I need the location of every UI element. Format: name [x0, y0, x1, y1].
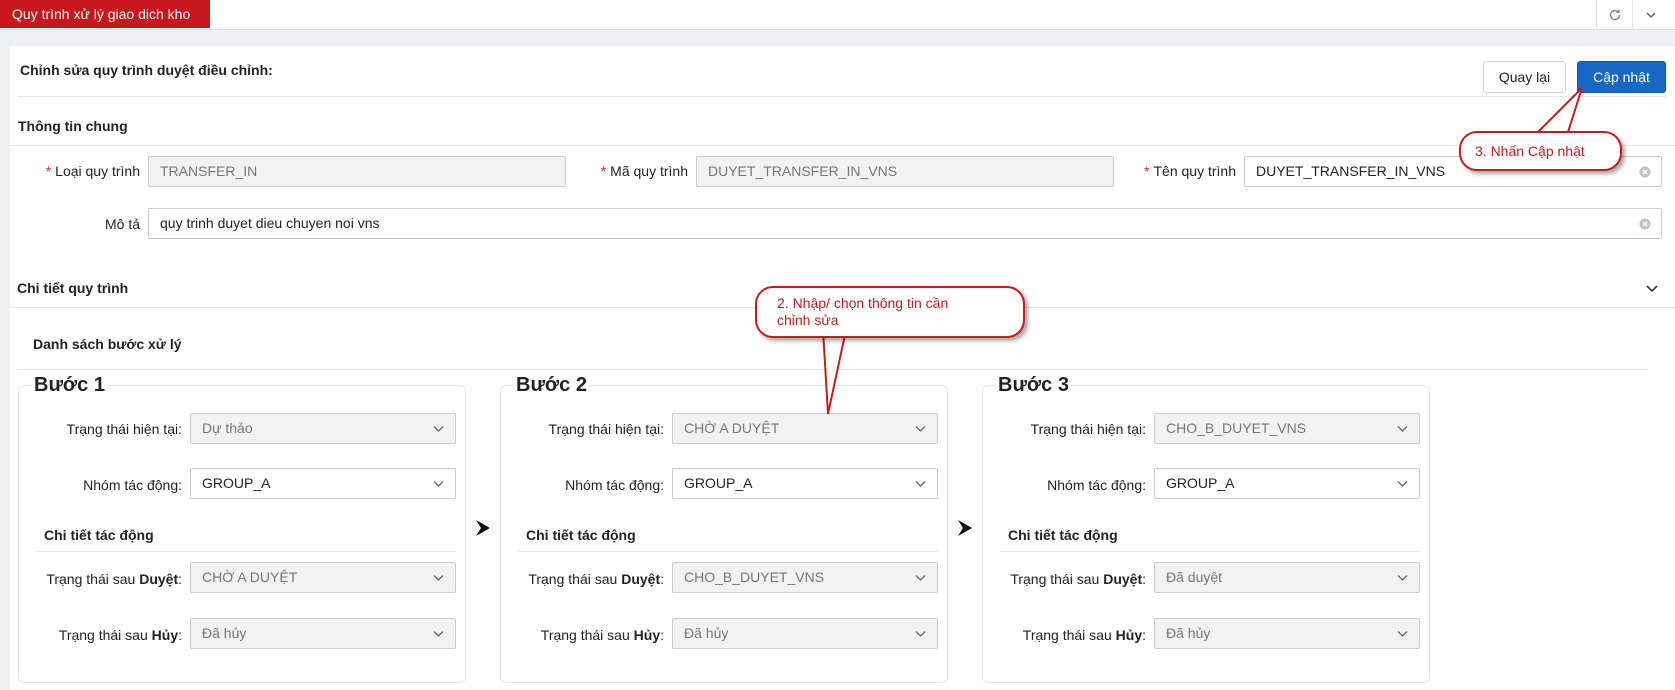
- callout-pointer: [1535, 87, 1583, 133]
- callout-edit-text-line1: 2. Nhập/ chọn thông tin cần: [777, 295, 949, 311]
- group-label: Nhóm tác động:: [1047, 477, 1146, 493]
- callout-update: 3. Nhấn Cập nhật: [1459, 131, 1622, 171]
- group-select[interactable]: GROUP_A: [672, 468, 938, 499]
- chevron-down-icon: [915, 631, 926, 637]
- after-cancel-select: Đã hủy: [672, 618, 938, 649]
- callout-edit-info: 2. Nhập/ chọn thông tin cần chỉnh sửa: [755, 286, 1025, 338]
- step-title: Bước 3: [996, 374, 1071, 397]
- divider: [1000, 551, 1420, 552]
- top-tab-bar: Quy trình xử lý giao dịch kho: [0, 0, 1675, 30]
- clear-icon[interactable]: [1639, 166, 1651, 178]
- chevron-down-icon: [433, 575, 444, 581]
- chevron-down-icon: [1397, 575, 1408, 581]
- arrow-right-icon: [958, 520, 972, 536]
- clear-icon[interactable]: [1639, 218, 1651, 230]
- step-list-title: Danh sách bước xử lý: [33, 336, 182, 352]
- group-select[interactable]: GROUP_A: [1154, 468, 1420, 499]
- current-status-select: CHO_B_DUYET_VNS: [1154, 413, 1420, 444]
- current-status-select: CHỜ A DUYỆT: [672, 413, 938, 444]
- after-cancel-label: Trạng thái sau Hủy:: [540, 627, 664, 643]
- process-type-label: * Loại quy trình: [45, 163, 140, 179]
- chevron-down-icon: [1397, 631, 1408, 637]
- after-approve-label: Trạng thái sau Duyệt:: [46, 571, 182, 587]
- process-code-field: DUYET_TRANSFER_IN_VNS: [696, 156, 1114, 187]
- chevron-down-icon: [915, 481, 926, 487]
- process-code-label: * Mã quy trình: [600, 163, 688, 179]
- refresh-icon[interactable]: [1596, 0, 1632, 30]
- current-status-select: Dự thảo: [190, 413, 456, 444]
- process-type-field: TRANSFER_IN: [148, 156, 566, 187]
- process-name-value: DUYET_TRANSFER_IN_VNS: [1256, 163, 1446, 179]
- update-button[interactable]: Cập nhật: [1577, 61, 1666, 93]
- chevron-down-icon: [433, 481, 444, 487]
- description-label: Mô tả: [104, 216, 140, 232]
- description-field[interactable]: quy trinh duyet dieu chuyen noi vns: [148, 208, 1662, 239]
- arrow-right-icon: [476, 520, 490, 536]
- callout-edit-text-line2: chỉnh sửa: [777, 312, 839, 328]
- description-value: quy trinh duyet dieu chuyen noi vns: [160, 215, 380, 231]
- chevron-down-icon: [1397, 426, 1408, 432]
- page-title: Chỉnh sửa quy trình duyệt điều chỉnh:: [20, 62, 273, 78]
- after-cancel-label: Trạng thái sau Hủy:: [1022, 627, 1146, 643]
- chevron-down-icon: [915, 426, 926, 432]
- after-cancel-select: Đã hủy: [1154, 618, 1420, 649]
- chevron-down-icon: [915, 575, 926, 581]
- chevron-down-icon: [1397, 481, 1408, 487]
- group-label: Nhóm tác động:: [83, 477, 182, 493]
- process-details-title: Chi tiết quy trình: [17, 280, 129, 296]
- process-name-label: * Tên quy trình: [1144, 163, 1236, 179]
- group-select[interactable]: GROUP_A: [190, 468, 456, 499]
- action-details-title: Chi tiết tác động: [1008, 527, 1118, 543]
- after-approve-label: Trạng thái sau Duyệt:: [528, 571, 664, 587]
- current-status-label: Trạng thái hiện tại:: [1030, 421, 1146, 437]
- after-cancel-select: Đã hủy: [190, 618, 456, 649]
- group-label: Nhóm tác động:: [565, 477, 664, 493]
- after-approve-select: Đã duyệt: [1154, 562, 1420, 593]
- divider: [18, 96, 1666, 97]
- after-approve-label: Trạng thái sau Duyệt:: [1010, 571, 1146, 587]
- divider: [518, 551, 938, 552]
- callout-pointer: [821, 329, 848, 415]
- divider: [36, 551, 456, 552]
- after-approve-select: CHO_B_DUYET_VNS: [672, 562, 938, 593]
- step-title: Bước 1: [32, 374, 107, 397]
- action-details-title: Chi tiết tác động: [526, 527, 636, 543]
- after-cancel-label: Trạng thái sau Hủy:: [58, 627, 182, 643]
- chevron-down-icon: [433, 426, 444, 432]
- required-mark: *: [45, 163, 52, 179]
- required-mark: *: [600, 163, 607, 179]
- tab-inventory-process[interactable]: Quy trình xử lý giao dịch kho: [0, 0, 210, 28]
- chevron-down-icon: [433, 631, 444, 637]
- after-approve-select: CHỜ A DUYỆT: [190, 562, 456, 593]
- callout-update-text: 3. Nhấn Cập nhật: [1475, 143, 1585, 159]
- divider: [10, 145, 1675, 146]
- chevron-down-icon[interactable]: [1632, 0, 1668, 30]
- required-mark: *: [1144, 163, 1150, 179]
- current-status-label: Trạng thái hiện tại:: [548, 421, 664, 437]
- current-status-label: Trạng thái hiện tại:: [66, 421, 182, 437]
- chevron-down-icon[interactable]: [1645, 281, 1659, 295]
- action-details-title: Chi tiết tác động: [44, 527, 154, 543]
- step-title: Bước 2: [514, 374, 589, 397]
- general-info-title: Thông tin chung: [18, 118, 128, 134]
